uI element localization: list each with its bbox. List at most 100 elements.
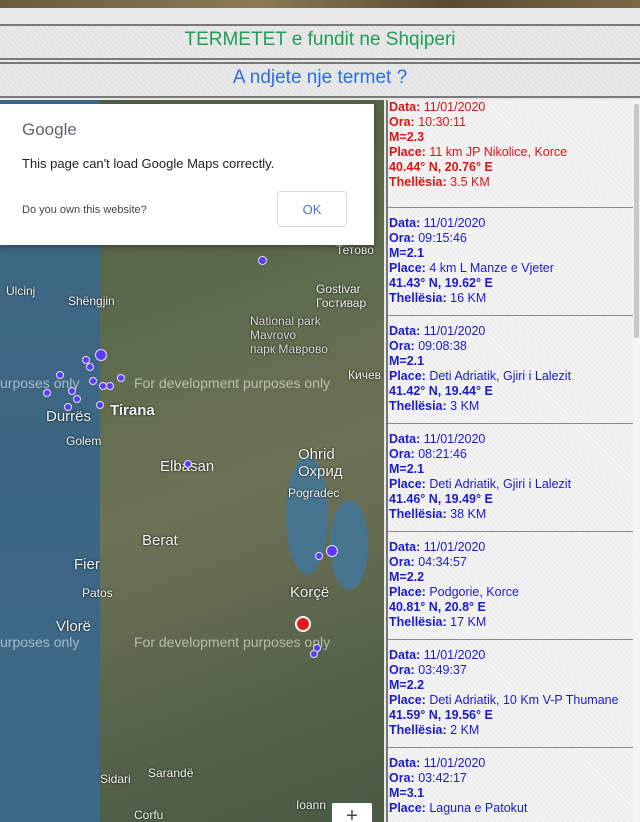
- dialog-ok-button[interactable]: OK: [277, 191, 347, 227]
- quake-time: Ora: 03:49:37: [389, 663, 638, 678]
- quake-marker[interactable]: [86, 363, 94, 371]
- title-banner: TERMETET e fundit ne Shqiperi: [0, 24, 640, 60]
- quake-date-value: 11/01/2020: [423, 648, 486, 662]
- quake-marker[interactable]: [106, 382, 114, 390]
- quake-coords: 40.81° N, 20.8° E: [389, 600, 638, 615]
- quake-depth-value: 16 KM: [450, 291, 487, 305]
- entry-spacer: [389, 532, 638, 540]
- quake-coords: 41.46° N, 19.49° E: [389, 492, 638, 507]
- quake-marker[interactable]: [184, 460, 192, 468]
- quake-entry: Data: 11/01/2020 Ora: 09:15:46 M=2.1 Place:…: [388, 208, 640, 316]
- quake-marker[interactable]: [95, 349, 107, 361]
- quake-date: Data: 11/01/2020: [389, 324, 638, 339]
- quake-depth-label: Thellësia:: [389, 615, 447, 629]
- quake-depth-label: Thellësia:: [389, 291, 447, 305]
- quake-marker[interactable]: [56, 371, 64, 379]
- quake-date-label: Data:: [389, 648, 421, 662]
- quake-place-value: 4 km L Manze e Vjeter: [429, 261, 554, 275]
- quake-marker[interactable]: [43, 389, 51, 397]
- quake-marker[interactable]: [68, 387, 76, 395]
- top-decorative-strip: [0, 0, 640, 8]
- quake-time: Ora: 09:15:46: [389, 231, 638, 246]
- quake-place: Place: Deti Adriatik, Gjiri i Lalezit: [389, 477, 638, 492]
- quake-magnitude-value: M=2.2: [389, 678, 425, 692]
- quake-date-value: 11/01/2020: [423, 324, 486, 338]
- quake-entry: Data: 11/01/2020 Ora: 09:08:38 M=2.1 Place:…: [388, 316, 640, 424]
- quake-marker[interactable]: [326, 545, 338, 557]
- quake-coords-value: 41.46° N, 19.49° E: [389, 492, 493, 506]
- quake-marker[interactable]: [258, 256, 267, 265]
- quake-marker[interactable]: [315, 552, 323, 560]
- map-label-shengjin: Shëngjin: [68, 294, 115, 308]
- quake-marker[interactable]: [96, 401, 104, 409]
- quake-magnitude-value: M=2.1: [389, 462, 425, 476]
- quake-place: Place: Laguna e Patokut: [389, 801, 638, 816]
- quake-coords-value: 41.43° N, 19.62° E: [389, 276, 493, 290]
- quake-marker[interactable]: [73, 395, 81, 403]
- subtitle-banner: A ndjete nje termet ?: [0, 62, 640, 98]
- maps-error-message: This page can't load Google Maps correct…: [22, 156, 275, 171]
- quake-time: Ora: 08:21:46: [389, 447, 638, 462]
- quake-magnitude: M=2.1: [389, 246, 638, 261]
- quake-date-label: Data:: [389, 432, 421, 446]
- quake-time-label: Ora:: [389, 115, 415, 129]
- quake-magnitude: M=2.3: [389, 130, 638, 145]
- quake-date-value: 11/01/2020: [423, 756, 486, 770]
- map-label-berat: Berat: [142, 532, 178, 549]
- entry-spacer: [389, 748, 638, 756]
- quake-depth: Thellësia: 17 KM: [389, 615, 638, 630]
- quake-depth: Thellësia: 3.5 KM: [389, 175, 638, 190]
- quake-magnitude-value: M=2.1: [389, 246, 425, 260]
- quake-entry: Data: 11/01/2020 Ora: 10:30:11 M=2.3 Place:…: [388, 100, 640, 208]
- lake-prespa: [330, 500, 368, 590]
- map-label-golem: Golem: [66, 434, 102, 448]
- quake-date: Data: 11/01/2020: [389, 756, 638, 771]
- quake-place: Place: Podgorie, Korce: [389, 585, 638, 600]
- quake-marker[interactable]: [89, 377, 97, 385]
- quake-place-label: Place:: [389, 477, 426, 491]
- quake-coords-value: 40.81° N, 20.8° E: [389, 600, 486, 614]
- dev-watermark-1: For development purposes only: [134, 375, 331, 391]
- quake-coords-value: 41.59° N, 19.56° E: [389, 708, 493, 722]
- quake-marker[interactable]: [310, 650, 318, 658]
- entry-spacer: [389, 316, 638, 324]
- quake-time-value: 03:49:37: [418, 663, 467, 677]
- quake-magnitude-value: M=2.3: [389, 130, 425, 144]
- quake-depth-value: 2 KM: [450, 723, 480, 737]
- quake-place-value: Deti Adriatik, Gjiri i Lalezit: [429, 369, 572, 383]
- latest-quake-marker[interactable]: [295, 616, 311, 632]
- felt-earthquake-link[interactable]: A ndjete nje termet ?: [233, 67, 407, 89]
- map-label-fier: Fier: [74, 556, 100, 573]
- quake-magnitude-value: M=2.2: [389, 570, 425, 584]
- quake-list-scroll-thumb[interactable]: [634, 104, 639, 338]
- quake-magnitude-value: M=3.1: [389, 786, 425, 800]
- quake-time-label: Ora:: [389, 231, 415, 245]
- google-logo: Google: [22, 120, 77, 139]
- own-website-link[interactable]: Do you own this website?: [22, 204, 147, 216]
- quake-place: Place: Deti Adriatik, 10 Km V-P Thumane: [389, 693, 638, 708]
- quake-place-label: Place:: [389, 145, 426, 159]
- quake-date-label: Data:: [389, 324, 421, 338]
- quake-marker[interactable]: [117, 374, 125, 382]
- quake-time-value: 04:34:57: [418, 555, 467, 569]
- quake-date: Data: 11/01/2020: [389, 216, 638, 231]
- quake-date: Data: 11/01/2020: [389, 100, 638, 115]
- quake-date-value: 11/01/2020: [423, 432, 486, 446]
- map-label-tirana: Tirana: [110, 402, 155, 419]
- quake-place: Place: Deti Adriatik, Gjiri i Lalezit: [389, 369, 638, 384]
- quake-coords: 41.42° N, 19.44° E: [389, 384, 638, 399]
- quake-list[interactable]: Data: 11/01/2020 Ora: 10:30:11 M=2.3 Place:…: [386, 100, 640, 822]
- quake-place-value: Deti Adriatik, 10 Km V-P Thumane: [429, 693, 619, 707]
- map-label-ioann: Ioann: [296, 798, 327, 812]
- quake-depth-value: 3 KM: [450, 399, 480, 413]
- quake-depth: Thellësia: 2 KM: [389, 723, 638, 738]
- map-label-corfu: Corfu: [134, 808, 164, 822]
- map-label-tetovo: Тетово: [336, 243, 374, 257]
- entry-spacer: [389, 208, 638, 216]
- quake-depth-label: Thellësia:: [389, 507, 447, 521]
- zoom-in-button[interactable]: +: [332, 803, 372, 822]
- quake-place-label: Place:: [389, 261, 426, 275]
- dev-watermark-left-2: urposes only: [0, 634, 80, 650]
- quake-place-value: Laguna e Patokut: [429, 801, 528, 815]
- quake-marker[interactable]: [64, 403, 72, 411]
